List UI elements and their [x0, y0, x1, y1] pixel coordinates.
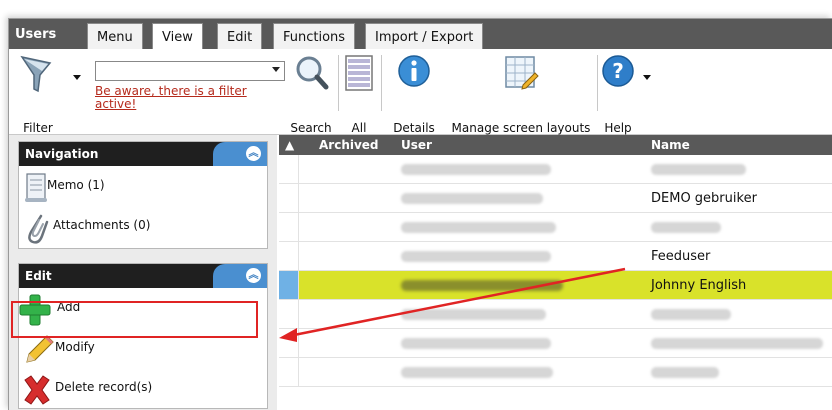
edit-item-delete-label: Delete record(s)	[55, 380, 153, 394]
table-row-selected[interactable]: Johnny English	[279, 271, 832, 300]
filter-select[interactable]	[95, 61, 285, 81]
toolbar-separator	[338, 55, 339, 111]
manage-screen-layouts-button[interactable]: Manage screen layouts	[447, 53, 595, 135]
row-header[interactable]	[279, 213, 299, 241]
row-header[interactable]	[279, 329, 299, 357]
toolbar-separator	[597, 55, 598, 111]
details-label: Details	[393, 121, 435, 135]
paperclip-icon	[28, 214, 49, 244]
chevron-down-icon	[272, 67, 280, 72]
blurred-name-cell	[651, 338, 823, 349]
nav-item-memo[interactable]: Memo (1)	[19, 166, 267, 206]
edit-panel-header: Edit ︽	[19, 264, 267, 288]
tab-import-export[interactable]: Import / Export	[365, 23, 484, 49]
table-row[interactable]	[279, 155, 832, 184]
blurred-user-cell	[401, 280, 563, 291]
left-sidebar: Navigation ︽ Memo (1) Attachments (0) Ed…	[9, 135, 277, 410]
column-name[interactable]: Name	[651, 138, 690, 152]
edit-item-modify-label: Modify	[55, 340, 95, 354]
navigation-title: Navigation	[25, 147, 99, 161]
help-dropdown-arrow[interactable]	[643, 75, 651, 80]
filter-label: Filter	[23, 121, 53, 135]
magnifier-icon	[296, 56, 329, 90]
row-header[interactable]	[279, 184, 299, 212]
blurred-user-cell	[401, 309, 546, 320]
tab-menu[interactable]: Menu	[87, 23, 143, 49]
column-user[interactable]: User	[401, 138, 432, 152]
help-question-icon: ?	[602, 55, 634, 87]
toolbar: Filter Be aware, there is a filter activ…	[9, 49, 832, 135]
blurred-user-cell	[401, 367, 553, 378]
layout-pencil-icon	[505, 56, 539, 90]
details-button[interactable]: Details	[383, 53, 445, 135]
funnel-icon	[20, 55, 52, 93]
grid-header: ▲ Archived User Name	[279, 135, 832, 155]
navigation-collapse-button[interactable]: ︽	[213, 142, 267, 166]
row-header[interactable]	[279, 300, 299, 328]
blurred-user-cell	[401, 164, 551, 175]
help-button[interactable]: ? Help	[601, 53, 635, 135]
manage-screen-layouts-label: Manage screen layouts	[451, 121, 591, 135]
blurred-name-cell	[651, 164, 746, 175]
users-app-window: Users Menu View Edit Functions Import / …	[8, 18, 832, 410]
name-cell: Feeduser	[651, 249, 711, 264]
table-row[interactable]	[279, 358, 832, 387]
navigation-panel: Navigation ︽ Memo (1) Attachments (0)	[18, 141, 268, 249]
tab-functions[interactable]: Functions	[273, 23, 356, 49]
search-button[interactable]: Search	[287, 53, 335, 135]
sort-up-icon[interactable]: ▲	[285, 138, 294, 152]
column-archived[interactable]: Archived	[319, 138, 379, 152]
table-row[interactable]	[279, 213, 832, 242]
delete-x-icon	[24, 375, 50, 405]
tab-view[interactable]: View	[152, 23, 203, 50]
name-cell: Johnny English	[651, 278, 747, 293]
app-title: Users	[15, 27, 57, 42]
table-row[interactable]	[279, 300, 832, 329]
table-row[interactable]: DEMO gebruiker	[279, 184, 832, 213]
all-button[interactable]: All	[341, 53, 377, 135]
table-row[interactable]	[279, 329, 832, 358]
edit-item-delete[interactable]: Delete record(s)	[19, 368, 267, 408]
collapse-up-icon: ︽	[246, 268, 261, 283]
svg-text:?: ?	[612, 59, 624, 83]
all-label: All	[351, 121, 367, 135]
blurred-user-cell	[401, 338, 551, 349]
help-label: Help	[604, 121, 632, 135]
modify-highlight-box	[11, 301, 258, 338]
blurred-name-cell	[651, 222, 721, 233]
tab-bar: Users Menu View Edit Functions Import / …	[9, 19, 832, 50]
users-grid: ▲ Archived User Name DEMO gebruiker Feed…	[279, 135, 832, 410]
name-cell: DEMO gebruiker	[651, 191, 757, 206]
blurred-user-cell	[401, 251, 551, 262]
edit-collapse-button[interactable]: ︽	[213, 264, 267, 288]
blurred-name-cell	[651, 367, 719, 378]
search-label: Search	[290, 121, 332, 135]
navigation-panel-header: Navigation ︽	[19, 142, 267, 166]
row-header[interactable]	[279, 271, 299, 299]
collapse-up-icon: ︽	[246, 146, 261, 161]
row-header[interactable]	[279, 155, 299, 183]
row-header[interactable]	[279, 242, 299, 270]
tab-edit[interactable]: Edit	[217, 23, 263, 49]
row-header[interactable]	[279, 358, 299, 386]
nav-item-attachments-label: Attachments (0)	[53, 218, 151, 232]
filter-button[interactable]: Filter	[13, 53, 63, 135]
blurred-name-cell	[651, 309, 731, 320]
list-all-icon	[345, 55, 373, 91]
filter-dropdown-arrow[interactable]	[73, 75, 81, 80]
info-icon	[398, 55, 430, 87]
blurred-user-cell	[401, 222, 556, 233]
edit-title: Edit	[25, 269, 52, 283]
blurred-user-cell	[401, 193, 543, 204]
table-row[interactable]: Feeduser	[279, 242, 832, 271]
filter-warning-link[interactable]: Be aware, there is a filter active!	[95, 85, 275, 111]
nav-item-attachments[interactable]: Attachments (0)	[19, 206, 267, 246]
nav-item-memo-label: Memo (1)	[47, 178, 105, 192]
toolbar-separator	[381, 55, 382, 111]
